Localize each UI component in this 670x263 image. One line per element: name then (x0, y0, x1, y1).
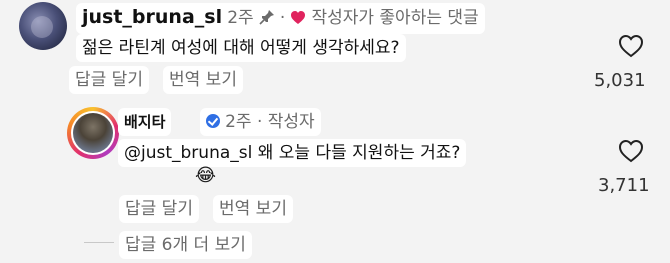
reply-like-heart-icon[interactable] (618, 139, 644, 167)
divider-line (84, 242, 114, 243)
reply-username[interactable]: 배지타 (124, 113, 165, 131)
translate-button[interactable]: 번역 보기 (163, 66, 243, 94)
reply-meta: 2주 · 작성자 (225, 112, 315, 132)
reply-username-pill: 배지타 (118, 108, 172, 136)
red-heart-icon (290, 7, 306, 33)
avatar-author[interactable] (67, 107, 119, 159)
comment-username[interactable]: just_bruna_sl (82, 6, 222, 28)
reply-reply-button[interactable]: 답글 달기 (119, 195, 199, 223)
pin-icon (259, 7, 275, 33)
verified-badge-icon (206, 114, 220, 128)
comment-header: just_bruna_sl 2주 · 작성자가 좋아하는 댓글 (76, 3, 485, 34)
comment-text: 젊은 라틴계 여성에 대해 어떻게 생각하세요? (76, 34, 406, 62)
reply-text: @just_bruna_sl 왜 오늘 다들 지원하는 거죠? (118, 139, 467, 167)
liked-by-author-label: 작성자가 좋아하는 댓글 (311, 8, 479, 28)
reply-like-count: 3,711 (598, 175, 650, 196)
reply-translate-button[interactable]: 번역 보기 (213, 195, 293, 223)
reply-meta-pill: 2주 · 작성자 (200, 108, 321, 136)
like-heart-icon[interactable] (618, 34, 644, 62)
avatar-just-bruna-sl[interactable] (19, 2, 67, 50)
like-count: 5,031 (594, 70, 646, 91)
view-more-replies-button[interactable]: 답글 6개 더 보기 (119, 231, 252, 259)
laughing-emoji: 😂 (195, 165, 217, 186)
comment-time: 2주 (227, 8, 254, 28)
reply-button[interactable]: 답글 달기 (69, 66, 149, 94)
